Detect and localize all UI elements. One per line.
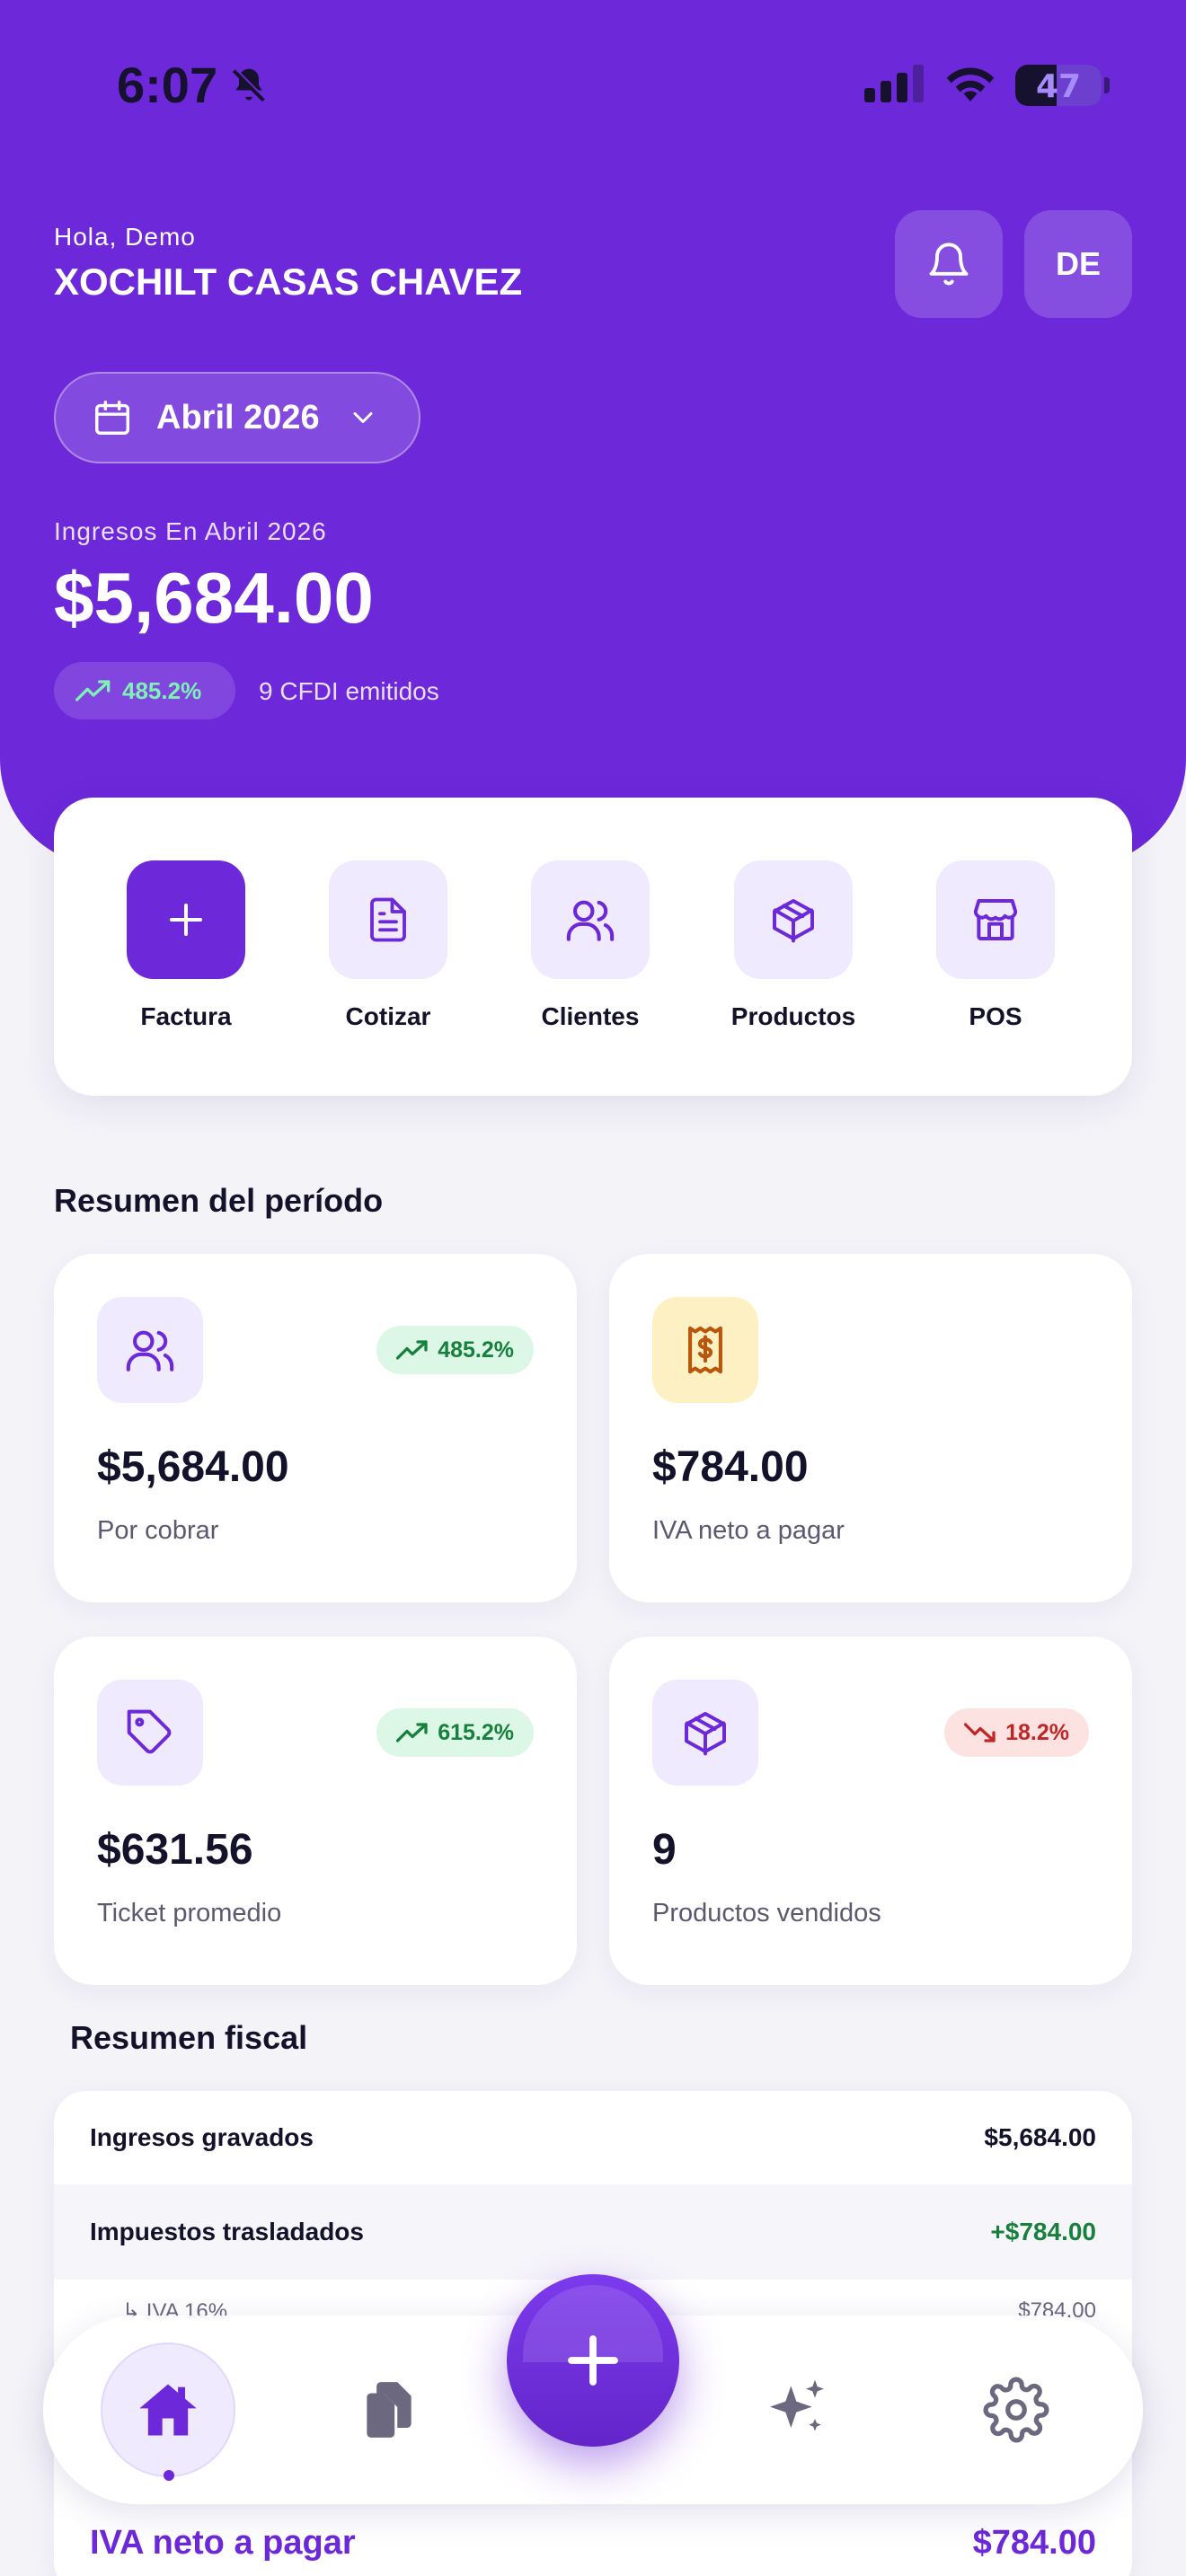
status-time: 6:07 [117, 57, 218, 113]
trend-badge: 18.2% [944, 1708, 1089, 1757]
income-amount: $5,684.00 [54, 558, 374, 638]
fiscal-row-label: IVA neto a pagar [90, 2523, 356, 2562]
nav-home[interactable] [101, 2342, 235, 2477]
month-picker-label: Abril 2026 [156, 398, 320, 437]
home-icon [139, 2384, 197, 2436]
stat-value: $5,684.00 [97, 1443, 289, 1491]
users-icon [566, 900, 615, 941]
signal-icon [864, 65, 925, 107]
stat-value: $631.56 [97, 1826, 253, 1874]
income-growth-badge: 485.2% [54, 662, 235, 719]
fiscal-title: Resumen fiscal [70, 2019, 308, 2056]
trend-up-icon [75, 680, 111, 701]
cfdi-count: 9 CFDI emitidos [259, 677, 439, 705]
silent-bell-icon [229, 66, 269, 110]
quick-action-cotizar[interactable]: Cotizar [307, 860, 469, 1031]
trend-value: 18.2% [1005, 1719, 1069, 1745]
status-bar: 6:07 47 [0, 0, 1186, 171]
notifications-button[interactable] [895, 210, 1003, 318]
income-label: Ingresos En Abril 2026 [54, 517, 327, 545]
trend-up-icon [396, 1340, 428, 1360]
stat-caption: Productos vendidos [652, 1899, 881, 1928]
nav-documents[interactable] [322, 2342, 456, 2477]
plus-icon [170, 904, 202, 936]
month-picker[interactable]: Abril 2026 [54, 372, 420, 463]
receipt-icon [688, 1326, 722, 1374]
battery-level: 47 [1035, 68, 1082, 105]
quick-action-label: Factura [140, 1002, 232, 1030]
quick-action-label: Cotizar [345, 1002, 431, 1030]
stat-card-productos-vendidos[interactable]: 18.2% 9 Productos vendidos [609, 1636, 1132, 1985]
fiscal-row-label: Impuestos trasladados [90, 2218, 364, 2245]
box-icon [773, 899, 814, 943]
stat-caption: Por cobrar [97, 1516, 219, 1545]
box-icon [685, 1712, 726, 1756]
fiscal-row: Ingresos gravados $5,684.00 [54, 2091, 1132, 2184]
chevron-down-icon [353, 412, 373, 423]
stat-card-iva-neto[interactable]: $784.00 IVA neto a pagar [609, 1254, 1132, 1602]
avatar[interactable]: DE [1024, 210, 1132, 318]
stat-card-ticket-promedio[interactable]: 615.2% $631.56 Ticket promedio [54, 1636, 577, 1985]
wifi-icon [943, 63, 997, 109]
stat-value: $784.00 [652, 1443, 809, 1491]
trend-up-icon [396, 1723, 428, 1742]
trend-badge: 485.2% [376, 1326, 534, 1374]
trend-value: 485.2% [438, 1337, 514, 1363]
create-fab-button[interactable] [507, 2274, 679, 2447]
users-icon [126, 1330, 174, 1372]
quick-action-productos[interactable]: Productos [712, 860, 874, 1031]
sparkles-icon [770, 2379, 824, 2431]
trend-down-icon [964, 1723, 996, 1742]
documents-icon [367, 2382, 412, 2438]
quick-action-label: POS [969, 1002, 1022, 1030]
fiscal-row-value: $5,684.00 [984, 2123, 1096, 2151]
fiscal-row-label: Ingresos gravados [90, 2123, 314, 2151]
document-icon [370, 897, 406, 942]
quick-action-factura[interactable]: Factura [105, 860, 267, 1031]
stat-card-por-cobrar[interactable]: 485.2% $5,684.00 Por cobrar [54, 1254, 577, 1602]
calendar-icon [95, 401, 129, 435]
fiscal-row: Impuestos trasladados +$784.00 [54, 2184, 1132, 2280]
tag-icon [127, 1709, 172, 1754]
stat-caption: IVA neto a pagar [652, 1516, 845, 1545]
summary-title: Resumen del período [54, 1182, 384, 1219]
nav-settings[interactable] [949, 2342, 1084, 2477]
stat-value: 9 [652, 1826, 677, 1874]
fiscal-row-value: +$784.00 [990, 2218, 1096, 2245]
quick-action-clientes[interactable]: Clientes [509, 860, 671, 1031]
nav-ai-assistant[interactable] [730, 2342, 864, 2477]
trend-value: 615.2% [438, 1719, 514, 1745]
battery-icon: 47 [1015, 65, 1102, 106]
quick-action-pos[interactable]: POS [915, 860, 1076, 1031]
quick-action-label: Productos [730, 1002, 856, 1030]
nav-active-indicator [164, 2470, 174, 2481]
quick-action-label: Clientes [541, 1002, 640, 1030]
gear-icon [983, 2377, 1049, 2443]
trend-badge: 615.2% [376, 1708, 534, 1757]
quick-actions-card: Factura Cotizar Clientes Productos POS [54, 798, 1132, 1096]
plus-icon [568, 2335, 618, 2386]
stat-caption: Ticket promedio [97, 1899, 282, 1928]
bell-icon [929, 243, 969, 286]
fiscal-row-value: $784.00 [972, 2523, 1096, 2562]
user-name: XOCHILT CASAS CHAVEZ [54, 260, 523, 303]
greeting: Hola, Demo [54, 223, 196, 251]
income-growth-value: 485.2% [122, 676, 202, 704]
store-icon [973, 899, 1018, 940]
